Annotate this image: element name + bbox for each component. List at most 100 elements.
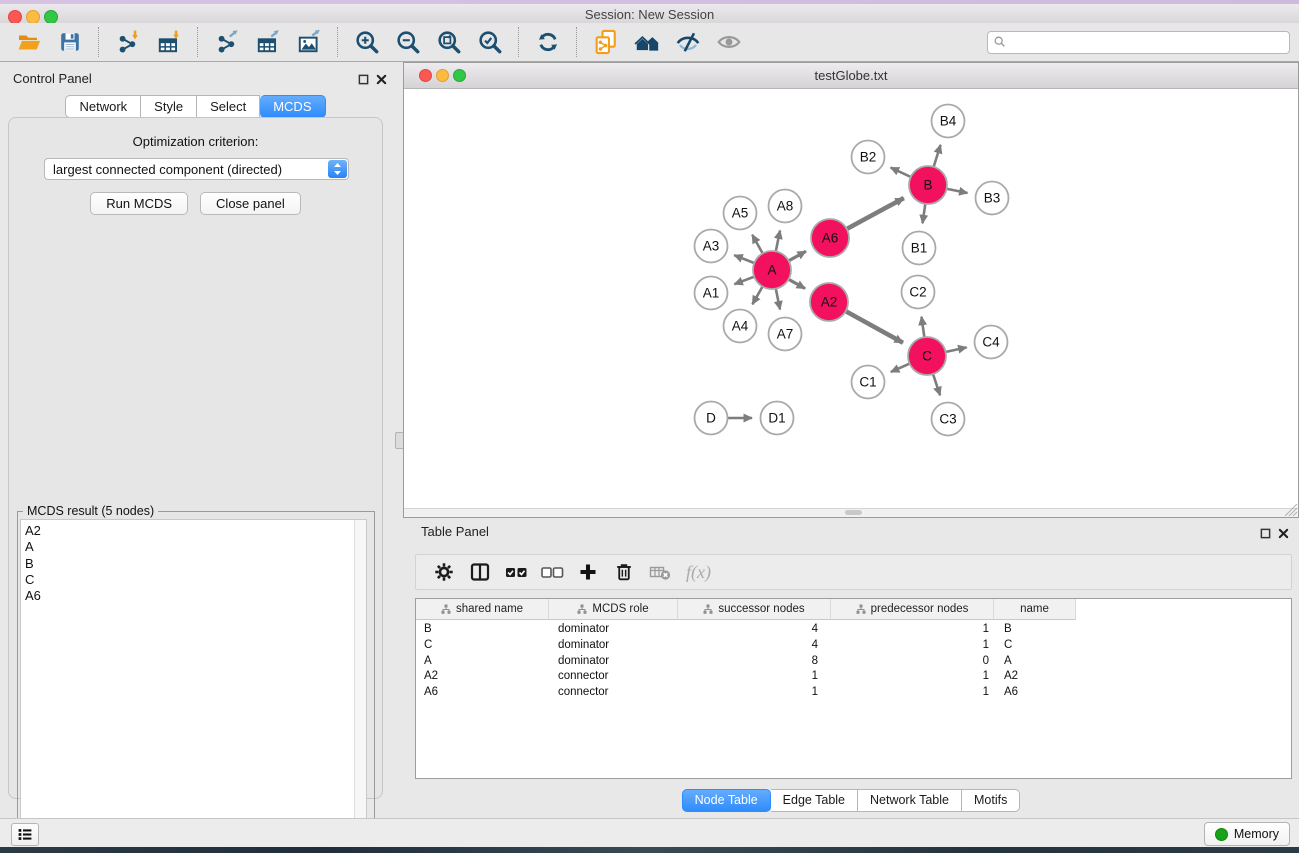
table-close-panel-icon[interactable] [1276,526,1290,540]
task-history-button[interactable] [11,823,39,846]
network-node-C1[interactable]: C1 [852,366,885,399]
zoom-out-button[interactable] [391,26,424,58]
table-cell[interactable]: 1 [831,623,994,638]
open-session-button[interactable] [12,26,45,58]
network-node-A1[interactable]: A1 [695,277,728,310]
zoom-selected-button[interactable] [473,26,506,58]
network-edge-B-B4[interactable] [934,145,941,167]
hide-selected-button[interactable] [671,26,704,58]
tab-style[interactable]: Style [141,95,197,118]
network-edge-A-A1[interactable] [734,277,753,284]
network-node-C4[interactable]: C4 [975,326,1008,359]
hscroll-thumb[interactable] [845,510,862,515]
network-node-D[interactable]: D [695,402,728,435]
table-cell[interactable]: 1 [831,686,994,701]
network-edge-C-C3[interactable] [933,374,940,395]
export-image-button[interactable] [292,26,325,58]
network-node-D1[interactable]: D1 [761,402,794,435]
criterion-select[interactable]: largest connected component (directed) [44,158,349,180]
network-edge-A-A5[interactable] [752,235,762,253]
network-edge-C-C1[interactable] [891,364,909,372]
search-input[interactable] [1007,33,1289,51]
table-cell[interactable]: C [994,639,1076,654]
memory-button[interactable]: Memory [1204,822,1290,846]
table-cell[interactable]: 1 [678,670,831,685]
table-cell[interactable]: dominator [549,655,678,670]
table-cell[interactable]: A [416,655,549,670]
close-panel-button[interactable]: Close panel [200,192,301,215]
table-cell[interactable]: dominator [549,623,678,638]
network-hscrollbar[interactable] [404,508,1298,517]
export-network-button[interactable] [210,26,243,58]
network-edge-A-A4[interactable] [752,287,762,304]
table-cell[interactable]: A6 [994,686,1076,701]
network-node-B3[interactable]: B3 [976,182,1009,215]
network-node-A5[interactable]: A5 [724,197,757,230]
network-node-B1[interactable]: B1 [903,232,936,265]
table-cell[interactable]: B [416,623,549,638]
network-node-A4[interactable]: A4 [724,310,757,343]
network-node-B4[interactable]: B4 [932,105,965,138]
network-edge-A2-C[interactable] [846,311,903,342]
zoom-in-button[interactable] [350,26,383,58]
network-edge-B-B3[interactable] [947,189,967,193]
network-node-C[interactable]: C [908,337,946,375]
import-network-button[interactable] [111,26,144,58]
mcds-result-item[interactable]: A [25,539,354,555]
network-edge-B-B1[interactable] [923,204,926,223]
table-cell[interactable]: 8 [678,655,831,670]
network-edge-A-A8[interactable] [776,230,780,250]
network-node-A3[interactable]: A3 [695,230,728,263]
network-node-B[interactable]: B [909,166,947,204]
network-edge-A6-B[interactable] [847,198,904,229]
network-node-A8[interactable]: A8 [769,190,802,223]
network-edge-C-C2[interactable] [921,317,924,337]
table-cell[interactable]: B [994,623,1076,638]
network-edge-A-A2[interactable] [789,280,805,289]
resize-grip[interactable] [1285,504,1298,517]
tab-node-table[interactable]: Node Table [682,789,771,812]
network-node-A[interactable]: A [753,251,791,289]
run-mcds-button[interactable]: Run MCDS [90,192,188,215]
table-cell[interactable]: 4 [678,639,831,654]
tab-motifs[interactable]: Motifs [962,789,1020,812]
table-cell[interactable]: A2 [994,670,1076,685]
network-node-C2[interactable]: C2 [902,276,935,309]
tab-network[interactable]: Network [65,95,141,118]
show-hidden-button[interactable] [712,26,745,58]
network-node-A2[interactable]: A2 [810,283,848,321]
mcds-result-item[interactable]: C [25,572,354,588]
network-edge-A-A7[interactable] [776,289,780,309]
column-header-MCDS-role[interactable]: MCDS role [549,599,678,620]
table-cell[interactable]: 1 [678,686,831,701]
table-cell[interactable]: 1 [831,670,994,685]
table-cell[interactable]: A [994,655,1076,670]
table-cell[interactable]: C [416,639,549,654]
network-node-A7[interactable]: A7 [769,318,802,351]
table-options-gear-button[interactable] [431,559,457,585]
network-node-A6[interactable]: A6 [811,219,849,257]
deselect-all-checkboxes-button[interactable] [539,559,565,585]
tab-edge-table[interactable]: Edge Table [771,789,858,812]
table-cell[interactable]: connector [549,670,678,685]
table-cell[interactable]: connector [549,686,678,701]
delete-table-button[interactable] [647,559,673,585]
select-all-checkboxes-button[interactable] [503,559,529,585]
network-edge-B-B2[interactable] [891,168,911,177]
mcds-result-item[interactable]: A6 [25,588,354,604]
network-node-C3[interactable]: C3 [932,403,965,436]
network-edge-C-C4[interactable] [946,347,967,351]
function-builder-button[interactable]: f(x) [686,562,711,583]
delete-column-button[interactable] [611,559,637,585]
show-columns-button[interactable] [467,559,493,585]
table-cell[interactable]: 4 [678,623,831,638]
network-edge-A-A6[interactable] [789,251,806,260]
table-cell[interactable]: dominator [549,639,678,654]
zoom-fit-button[interactable] [432,26,465,58]
network-canvas[interactable]: AA1A2A3A4A5A6A7A8BB1B2B3B4CC1C2C3C4DD1 [404,89,1298,510]
float-panel-icon[interactable] [356,72,370,86]
mcds-result-item[interactable]: B [25,556,354,572]
table-cell[interactable]: 0 [831,655,994,670]
column-header-successor-nodes[interactable]: successor nodes [678,599,831,620]
table-cell[interactable]: A6 [416,686,549,701]
